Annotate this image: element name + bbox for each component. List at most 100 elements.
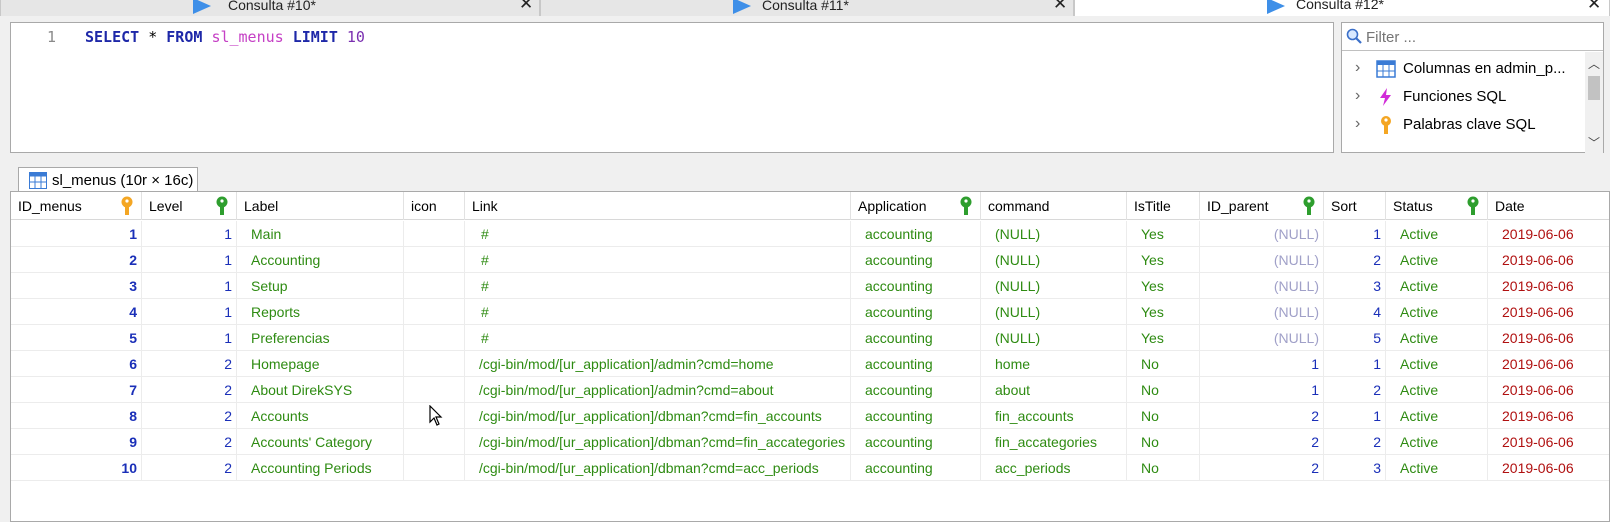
table-cell[interactable]: Active <box>1386 377 1488 403</box>
table-cell[interactable]: 2019-06-06 <box>1488 351 1610 377</box>
table-cell[interactable]: accounting <box>851 325 981 351</box>
tree-item-columns[interactable]: › Columnas en admin_p... <box>1342 56 1582 82</box>
table-cell[interactable]: Accounting <box>237 247 404 273</box>
column-header[interactable]: icon <box>404 192 465 220</box>
table-cell[interactable]: # <box>465 299 851 325</box>
table-cell[interactable]: accounting <box>851 351 981 377</box>
table-row[interactable]: 5 1 Preferencias # accounting (NULL) Yes (NULL)… <box>11 325 1609 351</box>
table-cell[interactable] <box>404 377 465 403</box>
table-cell[interactable]: (NULL) <box>1200 221 1324 247</box>
table-row[interactable]: 3 1 Setup # accounting (NULL) Yes (NULL) 3 Active… <box>11 273 1609 299</box>
table-cell[interactable]: 3 <box>1324 455 1386 481</box>
table-row[interactable]: 1 1 Main # accounting (NULL) Yes (NULL) 1 Active 2… <box>11 221 1609 247</box>
table-cell[interactable]: 2 <box>1324 247 1386 273</box>
table-cell[interactable]: accounting <box>851 221 981 247</box>
chevron-down-icon[interactable]: ﹀ <box>1588 134 1600 151</box>
table-cell[interactable]: Main <box>237 221 404 247</box>
table-cell[interactable]: (NULL) <box>1200 299 1324 325</box>
table-cell[interactable]: 4 <box>11 299 142 325</box>
table-cell[interactable]: (NULL) <box>981 299 1127 325</box>
result-grid[interactable]: ID_menus Level Label icon Link Application com… <box>10 191 1610 522</box>
close-icon[interactable]: ✕ <box>1053 0 1067 13</box>
filter-input[interactable] <box>1366 26 1596 48</box>
table-cell[interactable]: # <box>465 247 851 273</box>
table-cell[interactable]: accounting <box>851 455 981 481</box>
table-cell[interactable]: /cgi-bin/mod/[ur_application]/admin?cmd=… <box>465 377 851 403</box>
table-cell[interactable]: (NULL) <box>981 247 1127 273</box>
table-cell[interactable]: No <box>1127 403 1200 429</box>
table-cell[interactable]: About DirekSYS <box>237 377 404 403</box>
chevron-right-icon[interactable]: › <box>1355 59 1360 77</box>
sql-code[interactable]: SELECT * FROM sl_menus LIMIT 10 <box>85 28 365 46</box>
table-cell[interactable]: (NULL) <box>981 273 1127 299</box>
table-cell[interactable]: accounting <box>851 299 981 325</box>
table-cell[interactable]: Reports <box>237 299 404 325</box>
table-cell[interactable]: No <box>1127 429 1200 455</box>
table-cell[interactable]: 4 <box>1324 299 1386 325</box>
column-header[interactable]: Date <box>1488 192 1610 220</box>
table-cell[interactable]: 3 <box>1324 273 1386 299</box>
table-cell[interactable]: 2 <box>1324 429 1386 455</box>
table-cell[interactable]: 1 <box>1324 403 1386 429</box>
table-cell[interactable] <box>404 455 465 481</box>
table-cell[interactable]: No <box>1127 455 1200 481</box>
table-cell[interactable]: Active <box>1386 455 1488 481</box>
table-cell[interactable]: 1 <box>142 325 237 351</box>
table-cell[interactable]: 1 <box>1200 351 1324 377</box>
table-cell[interactable]: about <box>981 377 1127 403</box>
table-cell[interactable]: accounting <box>851 377 981 403</box>
table-cell[interactable]: 7 <box>11 377 142 403</box>
table-row[interactable]: 6 2 Homepage/cgi-bin/mod/[ur_application]/… <box>11 351 1609 377</box>
table-cell[interactable]: 2019-06-06 <box>1488 377 1610 403</box>
table-cell[interactable]: accounting <box>851 429 981 455</box>
table-cell[interactable]: fin_accategories <box>981 429 1127 455</box>
table-cell[interactable]: accounting <box>851 247 981 273</box>
chevron-up-icon[interactable]: ︿ <box>1588 55 1600 72</box>
table-cell[interactable]: No <box>1127 351 1200 377</box>
table-cell[interactable] <box>404 221 465 247</box>
table-cell[interactable]: Active <box>1386 273 1488 299</box>
table-cell[interactable]: 2019-06-06 <box>1488 247 1610 273</box>
table-cell[interactable]: # <box>465 221 851 247</box>
sql-editor[interactable]: 1 SELECT * FROM sl_menus LIMIT 10 <box>10 22 1334 153</box>
table-cell[interactable]: Yes <box>1127 299 1200 325</box>
table-cell[interactable] <box>404 325 465 351</box>
table-cell[interactable]: 5 <box>11 325 142 351</box>
table-cell[interactable]: 2 <box>11 247 142 273</box>
table-cell[interactable]: /cgi-bin/mod/[ur_application]/dbman?cmd=… <box>465 403 851 429</box>
table-cell[interactable]: 1 <box>142 221 237 247</box>
scrollbar-thumb[interactable] <box>1588 76 1600 100</box>
column-header[interactable]: Level <box>142 192 237 220</box>
table-cell[interactable]: Active <box>1386 247 1488 273</box>
table-cell[interactable]: 8 <box>11 403 142 429</box>
table-cell[interactable]: 1 <box>1324 221 1386 247</box>
table-cell[interactable]: 2 <box>142 351 237 377</box>
table-cell[interactable]: (NULL) <box>1200 247 1324 273</box>
table-cell[interactable]: /cgi-bin/mod/[ur_application]/dbman?cmd=… <box>465 429 851 455</box>
table-cell[interactable]: Yes <box>1127 221 1200 247</box>
table-cell[interactable]: Active <box>1386 429 1488 455</box>
column-header[interactable]: Label <box>237 192 404 220</box>
table-row[interactable]: 2 1 Accounting # accounting (NULL) Yes (NULL) 2 A… <box>11 247 1609 273</box>
column-header[interactable]: ID_parent <box>1200 192 1324 220</box>
table-cell[interactable]: Active <box>1386 325 1488 351</box>
table-cell[interactable]: 5 <box>1324 325 1386 351</box>
table-cell[interactable]: fin_accounts <box>981 403 1127 429</box>
table-cell[interactable]: accounting <box>851 273 981 299</box>
tab-consulta-11[interactable]: Consulta #11* ✕ <box>540 0 1074 16</box>
tab-consulta-12[interactable]: Consulta #12* ✕ <box>1074 0 1610 16</box>
table-cell[interactable]: 2 <box>1200 455 1324 481</box>
table-cell[interactable]: (NULL) <box>981 221 1127 247</box>
table-cell[interactable]: 1 <box>142 273 237 299</box>
table-cell[interactable]: 2 <box>142 455 237 481</box>
table-cell[interactable]: # <box>465 273 851 299</box>
helper-scrollbar[interactable]: ︿ ﹀ <box>1585 52 1603 153</box>
table-cell[interactable]: Preferencias <box>237 325 404 351</box>
table-cell[interactable]: 1 <box>11 221 142 247</box>
table-cell[interactable]: 2019-06-06 <box>1488 325 1610 351</box>
column-header[interactable]: command <box>981 192 1127 220</box>
table-cell[interactable]: 2 <box>1200 403 1324 429</box>
tab-consulta-10[interactable]: Consulta #10* ✕ <box>0 0 540 16</box>
table-cell[interactable]: Homepage <box>237 351 404 377</box>
table-row[interactable]: 4 1 Reports # accounting (NULL) Yes (NULL) 4 Acti… <box>11 299 1609 325</box>
